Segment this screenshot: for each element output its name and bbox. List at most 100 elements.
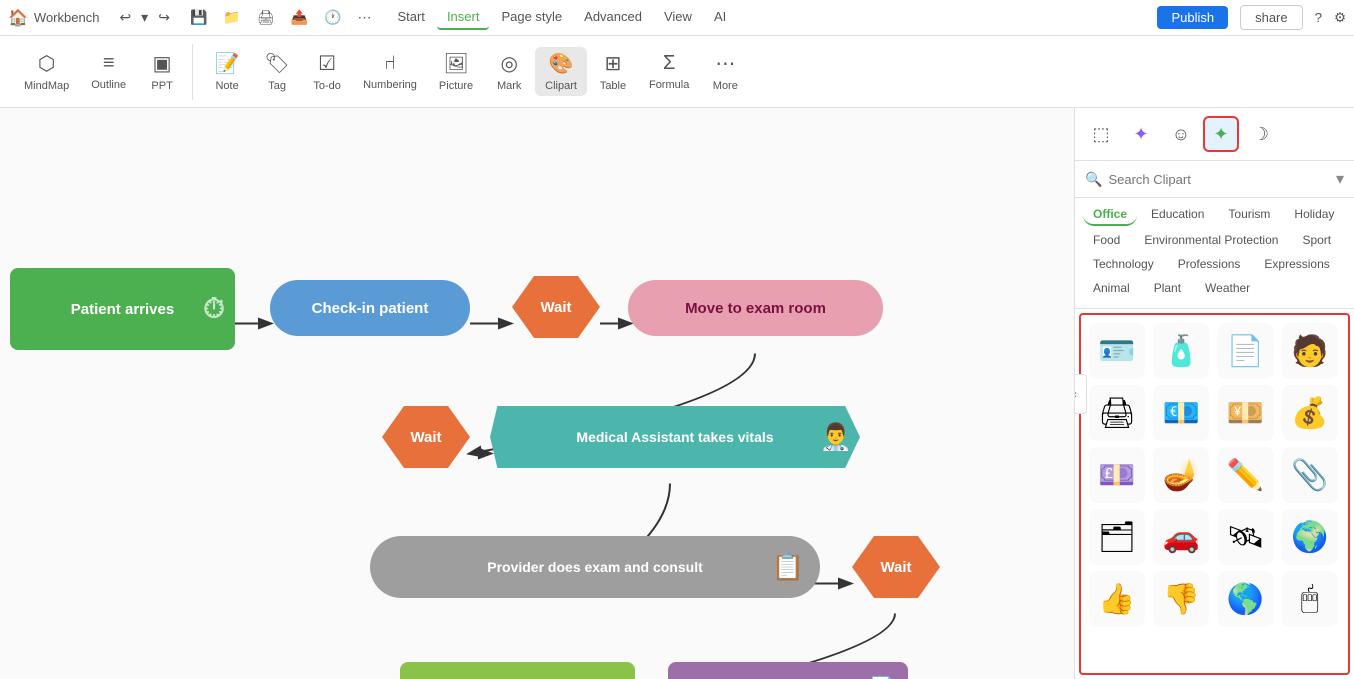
- mark-tool[interactable]: ◎ Mark: [485, 47, 533, 96]
- clipart-lamp[interactable]: 🪔: [1153, 447, 1209, 503]
- clipart-globe-americas[interactable]: 🌎: [1218, 571, 1274, 627]
- more-options-button[interactable]: ⋯: [357, 9, 371, 26]
- export-button[interactable]: 📤: [291, 9, 308, 26]
- outline-tool[interactable]: ≡ Outline: [81, 48, 136, 95]
- cat-technology[interactable]: Technology: [1083, 254, 1164, 274]
- formula-tool[interactable]: Σ Formula: [639, 48, 699, 95]
- node-patient-checkout[interactable]: Patient checks-out: [400, 662, 635, 679]
- clipart-globe-africa[interactable]: 🌍: [1282, 509, 1338, 565]
- nav-insert[interactable]: Insert: [437, 5, 490, 30]
- undo-dropdown[interactable]: ▾: [137, 7, 152, 28]
- publish-button[interactable]: Publish: [1157, 6, 1228, 29]
- search-input[interactable]: [1108, 172, 1330, 187]
- wait3-label: Wait: [880, 559, 911, 576]
- clipart-printer[interactable]: 🖨: [1089, 385, 1145, 441]
- nav-view[interactable]: View: [654, 5, 702, 30]
- nav-advanced[interactable]: Advanced: [574, 5, 652, 30]
- todo-tool[interactable]: ☑ To-do: [303, 47, 351, 96]
- canvas-area[interactable]: Patient arrives ⏱ Check-in patient Wait …: [0, 108, 1074, 679]
- clipart-pound-bag[interactable]: 💷: [1089, 447, 1145, 503]
- node-patient-arrives[interactable]: Patient arrives ⏱: [10, 268, 235, 350]
- cat-expressions[interactable]: Expressions: [1254, 254, 1339, 274]
- node-move-exam[interactable]: Move to exam room: [628, 280, 883, 336]
- note-tool[interactable]: 📝 Note: [203, 47, 251, 96]
- cat-weather[interactable]: Weather: [1195, 278, 1260, 298]
- more-tool[interactable]: ⋯ More: [701, 47, 749, 96]
- node-wait3[interactable]: Wait: [852, 536, 940, 598]
- nav-pagestyle[interactable]: Page style: [491, 5, 572, 30]
- clipart-id-card[interactable]: 🪪: [1089, 323, 1145, 379]
- emoji-panel-button[interactable]: ☺: [1163, 116, 1199, 152]
- clipart-satellite[interactable]: 🛰: [1218, 509, 1274, 565]
- node-medical-assistant[interactable]: Medical Assistant takes vitals 👨‍⚕️: [490, 406, 860, 468]
- clipart-grid-container[interactable]: 🪪 🧴 📄 🧑 🖨 💶 💴 💰 💷 🪔 ✏️ 📎 🗂 🚗 🛰 🌍 👍 👎 🌎: [1079, 313, 1350, 675]
- search-icon: 🔍: [1085, 171, 1102, 188]
- clipart-bottle[interactable]: 🧴: [1153, 323, 1209, 379]
- cat-office[interactable]: Office: [1083, 204, 1137, 226]
- category-row-1: Office Education Tourism Holiday: [1083, 204, 1346, 226]
- settings-button[interactable]: ⚙: [1334, 10, 1346, 26]
- cat-food[interactable]: Food: [1083, 230, 1130, 250]
- node-check-in[interactable]: Check-in patient: [270, 280, 470, 336]
- open-button[interactable]: 📁: [223, 9, 240, 26]
- nav-start[interactable]: Start: [387, 5, 434, 30]
- ppt-tool[interactable]: ▣ PPT: [138, 47, 186, 96]
- clipart-money-bag[interactable]: 💰: [1282, 385, 1338, 441]
- layout-panel-button[interactable]: ⬚: [1083, 116, 1119, 152]
- tag-tool[interactable]: 🏷 Tag: [253, 47, 301, 96]
- search-dropdown-icon[interactable]: ▾: [1336, 169, 1344, 189]
- mark-icon: ◎: [500, 51, 517, 76]
- panel-collapse-button[interactable]: ‹: [1074, 374, 1087, 414]
- picture-tool[interactable]: 🖼 Picture: [429, 47, 483, 96]
- clipart-yen[interactable]: 💴: [1218, 385, 1274, 441]
- cat-sport[interactable]: Sport: [1292, 230, 1341, 250]
- share-button[interactable]: share: [1240, 5, 1303, 30]
- clipart-pencil[interactable]: ✏️: [1218, 447, 1274, 503]
- save-file-button[interactable]: 💾: [190, 9, 207, 26]
- numbering-tool[interactable]: ⑁ Numbering: [353, 48, 427, 95]
- clipart-clip[interactable]: 🗂: [1089, 509, 1145, 565]
- ai-panel-button[interactable]: ✦: [1123, 116, 1159, 152]
- cat-holiday[interactable]: Holiday: [1284, 204, 1344, 226]
- clipart-mouse[interactable]: 🖱: [1282, 571, 1338, 627]
- todo-icon: ☑: [318, 51, 336, 76]
- print-button[interactable]: 🖨: [257, 9, 275, 26]
- tag-icon: 🏷: [264, 51, 289, 76]
- formula-label: Formula: [649, 79, 689, 91]
- cat-tourism[interactable]: Tourism: [1218, 204, 1280, 226]
- cat-environmental[interactable]: Environmental Protection: [1134, 230, 1288, 250]
- node-provider-exam[interactable]: Provider does exam and consult 📋: [370, 536, 820, 598]
- node-visit-complete[interactable]: Visit Complete 📄: [668, 662, 908, 679]
- theme-panel-button[interactable]: ☽: [1243, 116, 1279, 152]
- cat-professions[interactable]: Professions: [1168, 254, 1251, 274]
- node-wait2[interactable]: Wait: [382, 406, 470, 468]
- note-label: Note: [215, 80, 238, 92]
- patient-arrives-label: Patient arrives: [71, 301, 174, 318]
- toolbar: ⬡ MindMap ≡ Outline ▣ PPT 📝 Note 🏷 Tag ☑…: [0, 36, 1354, 108]
- clipart-euro[interactable]: 💶: [1153, 385, 1209, 441]
- note-icon: 📝: [215, 51, 240, 76]
- tag-label: Tag: [268, 80, 286, 92]
- outline-label: Outline: [91, 79, 126, 91]
- table-tool[interactable]: ⊞ Table: [589, 47, 637, 96]
- node-wait1[interactable]: Wait: [512, 276, 600, 338]
- clipart-stapler[interactable]: 📎: [1282, 447, 1338, 503]
- picture-icon: 🖼: [443, 51, 468, 76]
- clipart-tool[interactable]: 🎨 Clipart: [535, 47, 587, 96]
- cat-animal[interactable]: Animal: [1083, 278, 1140, 298]
- clipart-document[interactable]: 📄: [1218, 323, 1274, 379]
- right-panel: ‹ ⬚ ✦ ☺ ✦ ☽ 🔍 ▾: [1074, 108, 1354, 679]
- cat-plant[interactable]: Plant: [1144, 278, 1191, 298]
- clipart-car[interactable]: 🚗: [1153, 509, 1209, 565]
- cat-education[interactable]: Education: [1141, 204, 1214, 226]
- nav-ai[interactable]: AI: [704, 5, 736, 30]
- clipart-thumbs-up[interactable]: 👍: [1089, 571, 1145, 627]
- clipart-person[interactable]: 🧑: [1282, 323, 1338, 379]
- help-button[interactable]: ?: [1315, 10, 1322, 25]
- clipart-panel-button[interactable]: ✦: [1203, 116, 1239, 152]
- history-button[interactable]: 🕐: [324, 9, 341, 26]
- undo-button[interactable]: ↩: [115, 7, 135, 28]
- redo-button[interactable]: ↪: [154, 7, 174, 28]
- clipart-thumbs-down[interactable]: 👎: [1153, 571, 1209, 627]
- mindmap-tool[interactable]: ⬡ MindMap: [14, 47, 79, 96]
